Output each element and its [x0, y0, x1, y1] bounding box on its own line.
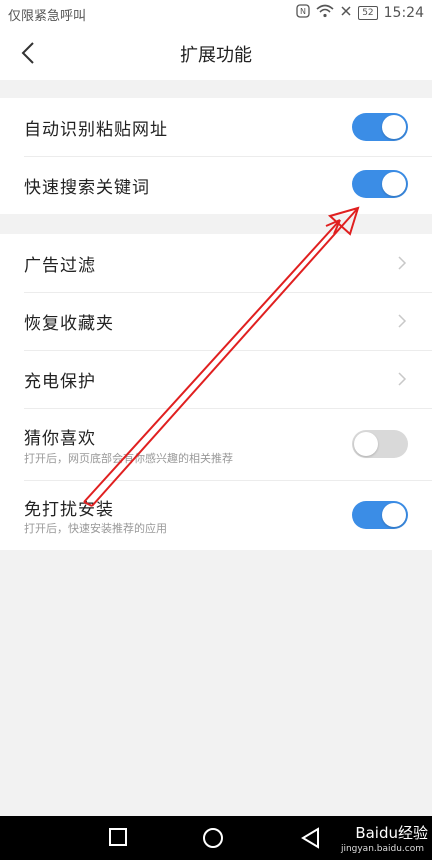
quick-search-toggle[interactable]: [352, 170, 408, 198]
toggle-knob: [382, 503, 406, 527]
carrier-text: 仅限紧急呼叫: [8, 9, 87, 24]
clock-text: 15:24: [383, 5, 424, 21]
setting-row-ad-filter[interactable]: 广告过滤: [0, 234, 432, 292]
auto-detect-url-toggle[interactable]: [352, 113, 408, 141]
signal-icon: [340, 4, 352, 22]
setting-row-auto-detect-url: 自动识别粘贴网址: [0, 98, 432, 156]
nfc-icon: N: [296, 4, 310, 22]
toggle-knob: [382, 172, 406, 196]
back-nav-button[interactable]: [300, 827, 320, 853]
setting-label: 自动识别粘贴网址: [24, 120, 168, 140]
setting-row-guess-you-like: 猜你喜欢 打开后，网页底部会有你感兴趣的相关推荐: [0, 408, 432, 480]
triangle-left-icon: [301, 827, 319, 849]
no-disturb-install-toggle[interactable]: [352, 501, 408, 529]
settings-section-features: 广告过滤 恢复收藏夹 充电保护 猜你喜欢 打开后，网页底部会有你感兴趣的相关推荐…: [0, 234, 432, 550]
status-bar: 仅限紧急呼叫 N 52 15:24: [0, 0, 432, 26]
setting-row-charge-protection[interactable]: 充电保护: [0, 350, 432, 408]
header: 扩展功能: [0, 26, 432, 80]
toggle-knob: [382, 115, 406, 139]
chevron-right-icon: [398, 314, 407, 328]
guess-you-like-toggle[interactable]: [352, 430, 408, 458]
setting-label: 免打扰安装: [24, 500, 114, 520]
chevron-right-icon: [398, 256, 407, 270]
setting-description: 打开后，快速安装推荐的应用: [24, 522, 167, 535]
circle-icon: [203, 828, 223, 848]
setting-label: 快速搜索关键词: [24, 178, 150, 198]
watermark-url: jingyan.baidu.com: [340, 844, 424, 854]
svg-text:N: N: [300, 7, 306, 16]
page-title: 扩展功能: [180, 45, 252, 66]
wifi-icon: [316, 4, 334, 22]
toggle-knob: [354, 432, 378, 456]
battery-icon: 52: [358, 6, 378, 20]
setting-label: 恢复收藏夹: [24, 314, 114, 334]
home-button[interactable]: [202, 827, 224, 853]
watermark-brand: Baidu经验: [355, 824, 428, 842]
setting-label: 猜你喜欢: [24, 429, 96, 449]
setting-row-restore-bookmarks[interactable]: 恢复收藏夹: [0, 292, 432, 350]
setting-row-quick-search: 快速搜索关键词: [0, 156, 432, 214]
chevron-right-icon: [398, 372, 407, 386]
system-navigation-bar: Baidu经验 jingyan.baidu.com: [0, 816, 432, 860]
baidu-watermark: Baidu经验 jingyan.baidu.com: [341, 822, 428, 854]
settings-section-toggles: 自动识别粘贴网址 快速搜索关键词: [0, 98, 432, 214]
setting-label: 广告过滤: [24, 256, 96, 276]
setting-description: 打开后，网页底部会有你感兴趣的相关推荐: [24, 452, 233, 465]
square-icon: [109, 828, 127, 846]
recent-apps-button[interactable]: [108, 827, 128, 851]
status-icons: N 52 15:24: [296, 4, 424, 22]
setting-row-no-disturb-install: 免打扰安装 打开后，快速安装推荐的应用: [0, 480, 432, 550]
setting-label: 充电保护: [24, 372, 96, 392]
